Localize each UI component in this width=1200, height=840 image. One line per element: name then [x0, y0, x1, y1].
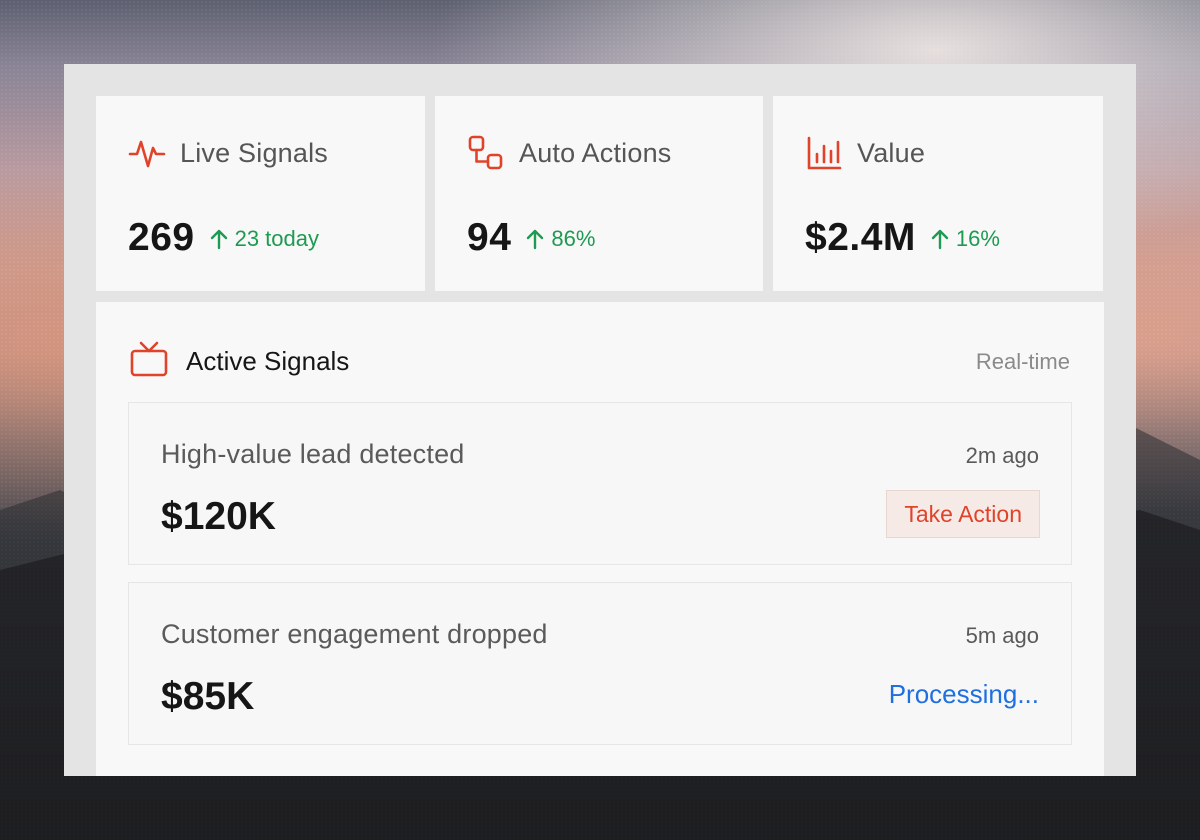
tv-icon	[130, 340, 168, 383]
arrow-up-icon	[210, 229, 227, 250]
stat-body: 94 86%	[467, 216, 595, 260]
arrow-up-icon	[931, 229, 949, 250]
signal-description: High-value lead detected	[161, 439, 465, 469]
signal-timestamp: 2m ago	[965, 443, 1039, 468]
stat-body: 269 23 today	[128, 216, 319, 260]
stat-delta: 23 today	[209, 226, 319, 252]
stat-delta: 16%	[930, 226, 1000, 252]
stat-delta-text: 23 today	[234, 226, 319, 251]
dashboard-panel: Live Signals 269 23 today Auto Actions 9…	[64, 64, 1136, 776]
stat-header: Live Signals	[128, 134, 328, 172]
stat-title: Auto Actions	[519, 137, 672, 168]
stat-delta: 86%	[525, 226, 595, 252]
signal-card-high-value-lead[interactable]: High-value lead detected 2m ago $120K Ta…	[128, 402, 1072, 565]
stat-title: Live Signals	[180, 137, 328, 168]
stats-row: Live Signals 269 23 today Auto Actions 9…	[96, 96, 1103, 291]
stat-delta-text: 86%	[551, 226, 596, 251]
bar-chart-icon	[805, 134, 843, 172]
active-signals-title-group: Active Signals	[130, 340, 349, 383]
stat-body: $2.4M 16%	[805, 216, 1000, 260]
workflow-icon	[467, 134, 505, 172]
take-action-button[interactable]: Take Action	[886, 490, 1040, 538]
active-signals-title: Active Signals	[186, 346, 350, 376]
stat-value: $2.4M	[805, 216, 916, 259]
signal-card-engagement-dropped[interactable]: Customer engagement dropped 5m ago $85K …	[128, 582, 1072, 745]
signal-description: Customer engagement dropped	[161, 619, 548, 649]
stat-title: Value	[857, 137, 926, 168]
stat-card-value[interactable]: Value $2.4M 16%	[773, 96, 1103, 291]
stat-card-auto-actions[interactable]: Auto Actions 94 86%	[435, 96, 763, 291]
active-signals-header: Active Signals Real-time	[130, 340, 1070, 383]
processing-status: Processing...	[888, 679, 1039, 709]
stat-card-live-signals[interactable]: Live Signals 269 23 today	[96, 96, 425, 291]
stat-value: 269	[128, 216, 195, 259]
stat-delta-text: 16%	[955, 226, 1000, 251]
stat-value: 94	[467, 216, 512, 259]
active-signals-section: Active Signals Real-time High-value lead…	[96, 302, 1104, 776]
stat-header: Value	[805, 134, 925, 172]
signal-amount: $120K	[161, 495, 276, 538]
stat-header: Auto Actions	[467, 134, 672, 172]
signal-timestamp: 5m ago	[965, 623, 1039, 648]
arrow-up-icon	[527, 229, 544, 250]
realtime-label: Real-time	[975, 348, 1070, 374]
pulse-icon	[128, 134, 166, 172]
signal-amount: $85K	[161, 675, 255, 718]
